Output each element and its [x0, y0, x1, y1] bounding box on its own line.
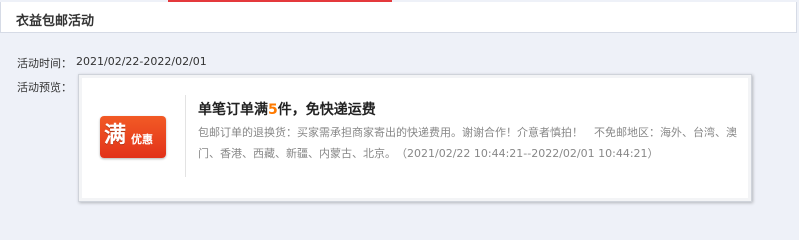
badge-sub-text: 优惠 [131, 133, 153, 146]
promo-title-suffix: 件，免快递运费 [277, 102, 376, 118]
activity-preview-label: 活动预览： [17, 81, 72, 94]
activity-preview-card: 满 优惠 单笔订单满5件，免快递运费 包邮订单的退换货：买家需承担商家寄出的快递… [78, 74, 752, 202]
activity-time-label: 活动时间： [17, 57, 72, 70]
discount-badge-icon: 满 优惠 [100, 116, 166, 158]
promo-description: 包邮订单的退换货：买家需承担商家寄出的快递费用。谢谢合作！介意者慎拍！ 不免邮地… [198, 126, 737, 160]
divider [185, 95, 186, 177]
badge-main-text: 满 [104, 123, 127, 148]
promo-title: 单笔订单满5件，免快递运费 [198, 99, 376, 119]
promo-title-prefix: 单笔订单满 [198, 102, 268, 118]
activity-time-value: 2021/02/22-2022/02/01 [76, 55, 207, 68]
promo-title-number: 5 [268, 102, 278, 118]
panel-header: 衣益包邮活动 [0, 2, 797, 33]
panel-title: 衣益包邮活动 [16, 14, 95, 29]
